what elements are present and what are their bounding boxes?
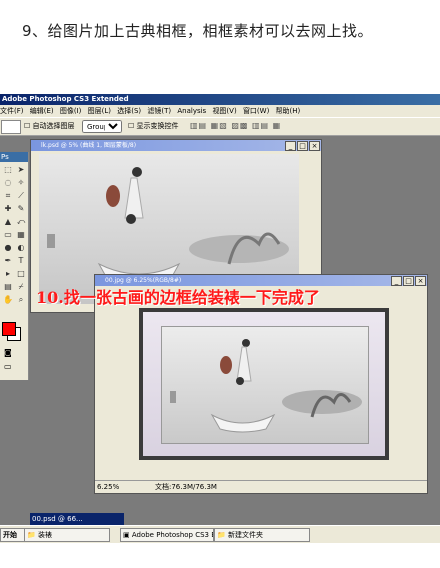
menu-file[interactable]: 文件(F) (0, 107, 24, 115)
framed-painting (161, 326, 369, 444)
move-tool-icon[interactable]: ➤ (15, 164, 27, 176)
menu-filter[interactable]: 滤镜(T) (147, 107, 171, 115)
step-overlay-text: 10.找一张古画的边框给装裱一下完成了 (36, 288, 320, 307)
history-brush-icon[interactable]: ⤺ (15, 216, 27, 228)
zoom-level[interactable]: 6.25% (97, 481, 119, 493)
taskbar-item-photoshop[interactable]: ▣ Adobe Photoshop CS3 E... (120, 528, 214, 542)
path-select-icon[interactable]: ▸ (2, 268, 14, 280)
menu-help[interactable]: 帮助(H) (276, 107, 301, 115)
doc1-window-buttons: _ □ × (284, 141, 320, 151)
photoshop-window: Adobe Photoshop CS3 Extended 文件(F) 编辑(E)… (0, 94, 440, 538)
menu-select[interactable]: 选择(S) (117, 107, 141, 115)
taskbar-item-label: 新建文件夹 (227, 531, 263, 539)
menu-window[interactable]: 窗口(W) (243, 107, 269, 115)
menu-image[interactable]: 图像(I) (60, 107, 82, 115)
menu-analysis[interactable]: Analysis (177, 107, 206, 115)
frame-mat (143, 312, 385, 456)
shape-tool-icon[interactable]: □ (15, 268, 27, 280)
magic-wand-icon[interactable]: ✧ (15, 177, 27, 189)
menu-layer[interactable]: 图层(L) (88, 107, 111, 115)
close-icon[interactable]: × (309, 141, 320, 151)
pen-tool-icon[interactable]: ✒ (2, 255, 14, 267)
doc2-status-bar: 6.25% 文档:76.3M/76.3M (95, 480, 427, 493)
minimize-icon[interactable]: _ (391, 276, 402, 286)
taskbar-item-new-folder[interactable]: 📁 新建文件夹 (214, 528, 310, 542)
options-bar: ☐ 自动选择图层 Group ☐ 显示变换控件 ▥▤ ▦▧ ▨▩ ▥▤ ▦ (0, 117, 440, 136)
gradient-tool-icon[interactable]: ▦ (15, 229, 27, 241)
crop-tool-icon[interactable]: ⌗ (2, 190, 14, 202)
close-icon[interactable]: × (415, 276, 426, 286)
menu-view[interactable]: 视图(V) (212, 107, 236, 115)
auto-select-dropdown[interactable]: Group (82, 120, 122, 133)
doc1-title[interactable]: lk.psd @ 5% (曲线 1, 图层蒙板/8) _ □ × (31, 140, 321, 151)
toolbox-logo: Ps (0, 152, 28, 162)
antique-frame (139, 308, 389, 460)
auto-select-checkbox[interactable]: ☐ 自动选择图层 (24, 121, 75, 132)
doc1-title-text: lk.psd @ 5% (曲线 1, 图层蒙板/8) (41, 142, 137, 149)
eraser-tool-icon[interactable]: ▭ (2, 229, 14, 241)
start-label: 开始 (3, 531, 17, 539)
taskbar-item-folder[interactable]: 📁 装裱 (24, 528, 110, 542)
quick-mask-icon[interactable]: ◙ (4, 348, 12, 357)
align-buttons-icon[interactable]: ▥▤ ▦▧ ▨▩ ▥▤ ▦ (190, 121, 281, 130)
marquee-tool-icon[interactable]: ⬚ (2, 164, 14, 176)
dodge-tool-icon[interactable]: ◐ (15, 242, 27, 254)
show-transform-label: 显示变换控件 (136, 122, 179, 130)
auto-select-label: 自动选择图层 (32, 122, 75, 130)
tutorial-caption: 9、给图片加上古典相框，相框素材可以去网上找。 (22, 22, 374, 40)
screen-mode-icon[interactable]: ▭ (4, 362, 12, 371)
maximize-icon[interactable]: □ (297, 141, 308, 151)
foreground-color-swatch[interactable] (2, 322, 16, 336)
move-tool-preset-icon[interactable] (1, 120, 21, 134)
eyedropper-icon[interactable]: ⌿ (15, 281, 27, 293)
zoom-tool-icon[interactable]: ⌕ (15, 294, 27, 306)
toolbox: Ps ⬚ ➤ ◌ ✧ ⌗ ⟋ ✚ ✎ ▲ ⤺ ▭ ▦ ● ◐ ✒ T ▸ □ ▤ ⌿ ✋ ⌕ ◙ ▭ (0, 152, 29, 380)
hand-tool-icon[interactable]: ✋ (2, 294, 14, 306)
blur-tool-icon[interactable]: ● (2, 242, 14, 254)
framed-ink-image (170, 339, 362, 433)
maximize-icon[interactable]: □ (403, 276, 414, 286)
minimized-document[interactable]: 00.psd @ 66... (30, 513, 124, 525)
slice-tool-icon[interactable]: ⟋ (15, 190, 27, 202)
doc-size[interactable]: 文档:76.3M/76.3M (155, 481, 217, 493)
heal-tool-icon[interactable]: ✚ (2, 203, 14, 215)
minimize-icon[interactable]: _ (285, 141, 296, 151)
menu-edit[interactable]: 编辑(E) (30, 107, 54, 115)
taskbar-item-label: 装裱 (37, 531, 52, 539)
windows-taskbar: 开始 📁 装裱 ▣ Adobe Photoshop CS3 E... 📁 新建文… (0, 525, 440, 543)
start-button[interactable]: 开始 (0, 528, 26, 542)
notes-tool-icon[interactable]: ▤ (2, 281, 14, 293)
stamp-tool-icon[interactable]: ▲ (2, 216, 14, 228)
menu-bar: 文件(F) 编辑(E) 图像(I) 图层(L) 选择(S) 滤镜(T) Anal… (0, 105, 440, 117)
app-title: Adobe Photoshop CS3 Extended (0, 94, 440, 105)
brush-tool-icon[interactable]: ✎ (15, 203, 27, 215)
show-transform-checkbox[interactable]: ☐ 显示变换控件 (128, 121, 179, 132)
lasso-tool-icon[interactable]: ◌ (2, 177, 14, 189)
doc2-window-buttons: _ □ × (390, 276, 426, 286)
minimized-doc-title: 00.psd @ 66... (32, 515, 83, 523)
type-tool-icon[interactable]: T (15, 255, 27, 267)
doc2-title-text: 00.jpg @ 6.25%(RGB/8#) (105, 277, 182, 284)
taskbar-item-label: Adobe Photoshop CS3 E... (131, 531, 214, 539)
